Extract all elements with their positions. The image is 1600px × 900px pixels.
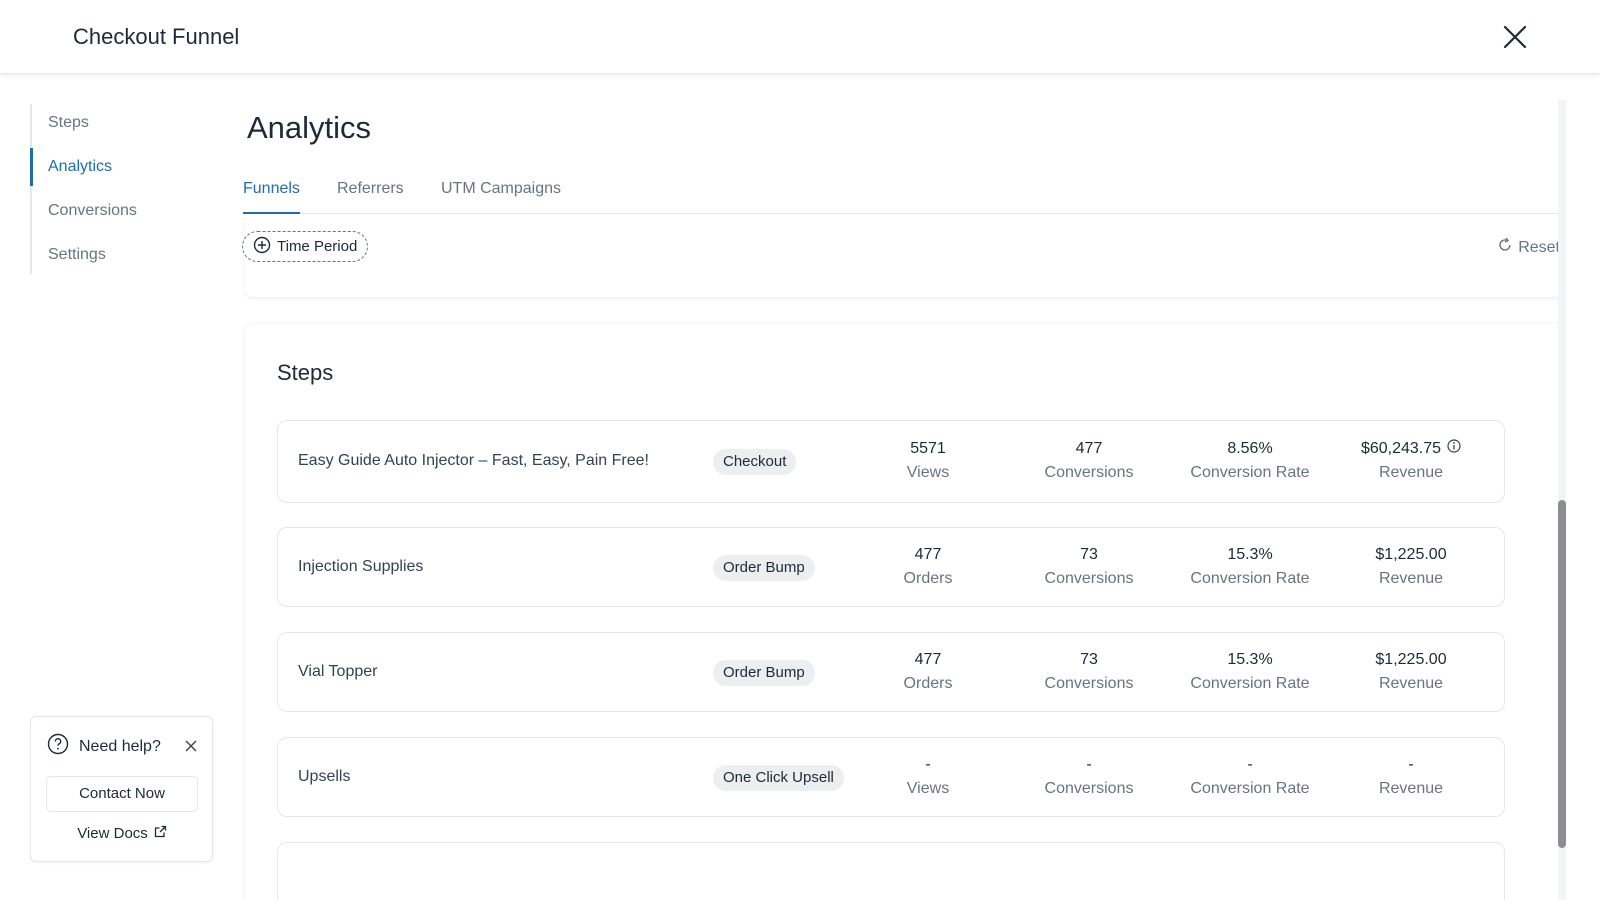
metric-value: 477 — [1075, 440, 1103, 457]
step-type-badge: One Click Upsell — [713, 765, 844, 791]
metric-revenue: - Revenue — [1336, 753, 1486, 801]
metric-label: Orders — [903, 675, 953, 692]
metric-label: Conversions — [1044, 780, 1134, 797]
view-docs-label: View Docs — [77, 825, 148, 842]
metric-revenue: $1,225.00 Revenue — [1336, 648, 1486, 696]
refresh-icon — [1497, 237, 1513, 258]
metric-orders: 477 Orders — [853, 648, 1003, 696]
metric-value: 5571 — [910, 440, 946, 457]
step-row[interactable]: Injection Supplies Order Bump 477 Orders… — [277, 527, 1505, 607]
step-type-badge: Checkout — [713, 449, 797, 475]
steps-card: Steps Easy Guide Auto Injector – Fast, E… — [245, 324, 1562, 900]
info-icon[interactable] — [1447, 437, 1461, 461]
step-name: Vial Topper — [298, 663, 378, 680]
metric-value: $1,225.00 — [1375, 546, 1447, 563]
metric-label: Conversion Rate — [1190, 570, 1310, 587]
reset-label: Reset — [1518, 238, 1560, 256]
metric-label: Conversions — [1044, 675, 1134, 692]
close-icon[interactable] — [1500, 22, 1530, 52]
metric-value: 477 — [914, 546, 942, 563]
main-content: Analytics Funnels Referrers UTM Campaign… — [242, 74, 1562, 900]
metric-label: Conversions — [1044, 464, 1134, 481]
metric-conversion-rate: - Conversion Rate — [1175, 753, 1325, 801]
page-title: Analytics — [247, 110, 372, 145]
metric-label: Revenue — [1378, 464, 1444, 481]
step-name: Upsells — [298, 768, 351, 785]
scrollbar-thumb[interactable] — [1558, 500, 1566, 848]
metric-conversions: 73 Conversions — [1014, 648, 1164, 696]
sidebar-item-analytics[interactable]: Analytics — [30, 148, 218, 186]
top-bar: Checkout Funnel — [0, 0, 1600, 74]
metric-label: Conversions — [1044, 570, 1134, 587]
metric-value: 15.3% — [1227, 546, 1273, 563]
step-name: Easy Guide Auto Injector – Fast, Easy, P… — [298, 452, 649, 469]
metric-value: - — [1247, 756, 1253, 773]
step-name: Injection Supplies — [298, 558, 424, 575]
metric-views: - Views — [853, 753, 1003, 801]
metric-value: - — [1086, 756, 1092, 773]
step-type-badge: Order Bump — [713, 555, 815, 581]
step-row[interactable]: Vial Topper Order Bump 477 Orders 73 Con… — [277, 632, 1505, 712]
tab-referrers[interactable]: Referrers — [337, 180, 404, 214]
step-row[interactable]: Upsells One Click Upsell - Views - Conve… — [277, 737, 1505, 817]
help-header: Need help? — [47, 733, 161, 760]
external-link-icon — [154, 825, 167, 842]
step-type-badge: Order Bump — [713, 660, 815, 686]
metric-value: - — [1408, 756, 1414, 773]
help-title: Need help? — [79, 737, 161, 755]
metric-conversions: 477 Conversions — [1014, 437, 1164, 485]
steps-title: Steps — [277, 360, 334, 385]
sidebar-item-conversions[interactable]: Conversions — [32, 192, 220, 230]
sidebar-item-steps[interactable]: Steps — [32, 104, 220, 142]
metric-label: Revenue — [1378, 570, 1444, 587]
view-docs-link[interactable]: View Docs — [46, 825, 198, 842]
filter-card: Time Period Reset — [242, 215, 1562, 297]
plus-circle-icon — [253, 236, 271, 258]
contact-now-button[interactable]: Contact Now — [46, 776, 198, 812]
metric-conversion-rate: 15.3% Conversion Rate — [1175, 543, 1325, 591]
step-row-partial[interactable] — [277, 842, 1505, 900]
metric-value: 73 — [1080, 651, 1098, 668]
metric-label: Conversion Rate — [1190, 780, 1310, 797]
metric-label: Views — [906, 780, 950, 797]
metric-value: $60,243.75 — [1360, 440, 1442, 457]
step-row[interactable]: Easy Guide Auto Injector – Fast, Easy, P… — [277, 420, 1505, 503]
question-circle-icon — [47, 733, 69, 760]
metric-label: Conversion Rate — [1190, 464, 1310, 481]
metric-label: Revenue — [1378, 675, 1444, 692]
metric-label: Conversion Rate — [1190, 675, 1310, 692]
reset-button[interactable]: Reset — [1497, 237, 1560, 258]
help-widget: Need help? Contact Now View Docs — [30, 716, 213, 862]
metric-value: $1,225.00 — [1375, 651, 1447, 668]
metric-label: Orders — [903, 570, 953, 587]
sidebar-nav: Steps Analytics Conversions Settings — [30, 104, 220, 274]
analytics-tabs: Funnels Referrers UTM Campaigns — [243, 170, 1560, 214]
metric-value: 15.3% — [1227, 651, 1273, 668]
time-period-button[interactable]: Time Period — [242, 231, 369, 262]
metric-value-wrap: $60,243.75 — [1336, 437, 1486, 461]
metric-revenue: $1,225.00 Revenue — [1336, 543, 1486, 591]
sidebar-item-settings[interactable]: Settings — [32, 236, 220, 274]
metric-label: Revenue — [1378, 780, 1444, 797]
metric-value: - — [925, 756, 931, 773]
tab-funnels[interactable]: Funnels — [243, 180, 300, 214]
metric-label: Views — [906, 464, 950, 481]
time-period-label: Time Period — [277, 238, 358, 255]
metric-conversion-rate: 8.56% Conversion Rate — [1175, 437, 1325, 485]
tab-utm-campaigns[interactable]: UTM Campaigns — [441, 180, 561, 214]
metric-conversion-rate: 15.3% Conversion Rate — [1175, 648, 1325, 696]
scrollbar[interactable] — [1558, 100, 1566, 900]
metric-value: 8.56% — [1227, 440, 1273, 457]
metric-views: 5571 Views — [853, 437, 1003, 485]
page-header-title: Checkout Funnel — [73, 24, 240, 49]
metric-conversions: 73 Conversions — [1014, 543, 1164, 591]
metric-conversions: - Conversions — [1014, 753, 1164, 801]
metric-orders: 477 Orders — [853, 543, 1003, 591]
metric-revenue: $60,243.75 Revenue — [1336, 437, 1486, 485]
close-icon[interactable] — [185, 739, 197, 752]
metric-value: 73 — [1080, 546, 1098, 563]
metric-value: 477 — [914, 651, 942, 668]
